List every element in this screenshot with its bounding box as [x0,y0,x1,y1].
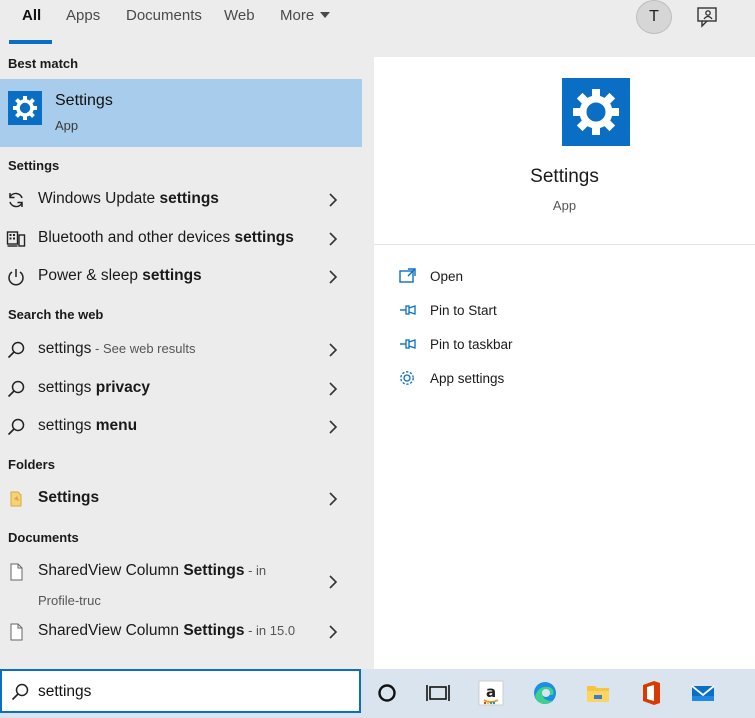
tab-more-label: More [280,7,315,24]
preview-pane: Settings App Open Pin to Start Pin to ta… [374,57,755,669]
gear-icon [400,371,414,385]
action-label: Open [430,269,464,284]
action-pin-to-start[interactable]: Pin to Start [398,298,738,324]
chevron-right-icon[interactable] [326,342,340,358]
result-location: Profile-truc [38,593,101,608]
web-result-settings-menu[interactable]: settings menu [0,408,362,446]
chevron-right-icon[interactable] [326,624,340,640]
result-label: Bluetooth and other devices settings [38,229,294,246]
web-result-settings-privacy[interactable]: settings privacy [0,370,362,408]
result-label: SharedView Column Settings - in [38,562,267,579]
power-icon [8,269,24,286]
svg-text:a: a [486,683,496,701]
result-label: SharedView Column Settings - in 15.0 [38,622,296,639]
best-match-subtitle: App [55,118,79,133]
folder-icon [10,491,22,507]
folder-result-settings[interactable]: Settings [0,480,362,518]
file-explorer-icon[interactable] [584,679,612,707]
feedback-icon[interactable] [695,4,721,30]
cortana-icon[interactable] [373,679,401,707]
action-app-settings[interactable]: App settings [398,366,738,392]
tab-apps[interactable]: Apps [66,0,100,44]
section-documents: Documents [8,530,79,545]
result-label: Settings [38,489,100,506]
result-windows-update-settings[interactable]: Windows Update settings [0,181,362,219]
result-label: settings privacy [38,379,151,396]
devices-icon [6,231,26,247]
chevron-right-icon[interactable] [326,574,340,590]
section-best-match: Best match [8,56,79,71]
action-label: App settings [430,371,505,386]
result-bluetooth-settings[interactable]: Bluetooth and other devices settings [0,220,362,258]
chevron-right-icon[interactable] [326,419,340,435]
document-icon [10,623,23,641]
action-open[interactable]: Open [398,264,738,290]
result-power-sleep-settings[interactable]: Power & sleep settings [0,258,362,296]
settings-app-icon [8,91,42,125]
chevron-right-icon[interactable] [326,381,340,397]
section-folders: Folders [8,457,55,472]
taskbar: a [361,669,755,718]
document-result-2[interactable]: SharedView Column Settings - in 15.0 [0,613,362,651]
best-match-title: Settings [55,92,113,109]
search-icon [7,341,25,359]
search-scope-tabs: All Apps Documents Web More T [0,0,755,44]
document-icon [10,563,23,581]
preview-subtitle: App [552,198,577,213]
result-label: Windows Update settings [38,190,219,207]
action-label: Pin to Start [430,303,497,318]
chevron-down-icon [320,12,331,18]
result-label: settings - See web results [38,340,196,357]
result-label: settings menu [38,417,138,434]
tab-all[interactable]: All [22,0,41,44]
refresh-icon [9,192,23,208]
result-label: Power & sleep settings [38,267,202,284]
open-icon [399,268,416,283]
edge-browser-icon[interactable] [531,679,559,707]
action-label: Pin to taskbar [430,337,513,352]
preview-header: Settings App [374,57,755,245]
pin-icon [400,339,416,349]
user-avatar[interactable]: T [636,0,672,34]
mail-app-icon[interactable] [689,679,717,707]
best-match-result[interactable]: Settings App [0,79,362,147]
chevron-right-icon[interactable] [326,269,340,285]
results-pane: Best match Settings App Settings Windows… [0,44,362,669]
chevron-right-icon[interactable] [326,192,340,208]
chevron-right-icon[interactable] [326,491,340,507]
search-box[interactable]: settings [0,669,361,713]
office-app-icon[interactable] [637,679,665,707]
tab-web[interactable]: Web [224,0,255,44]
settings-app-large-icon [562,78,630,146]
action-pin-to-taskbar[interactable]: Pin to taskbar [398,332,738,358]
taskbar-edge [0,713,361,718]
pin-icon [400,305,416,315]
search-icon [7,418,25,436]
chevron-right-icon[interactable] [326,231,340,247]
preview-title: Settings [530,166,599,187]
search-input[interactable]: settings [38,683,91,701]
tab-more[interactable]: More [280,0,331,44]
search-icon [11,683,29,701]
section-search-web: Search the web [8,307,104,322]
amazon-app-icon[interactable]: a [477,679,505,707]
document-result-1[interactable]: SharedView Column Settings - in Profile-… [0,553,362,611]
web-result-settings[interactable]: settings - See web results [0,331,362,369]
section-settings: Settings [8,158,60,173]
search-icon [7,380,25,398]
tab-documents[interactable]: Documents [126,0,202,44]
task-view-icon[interactable] [424,679,452,707]
